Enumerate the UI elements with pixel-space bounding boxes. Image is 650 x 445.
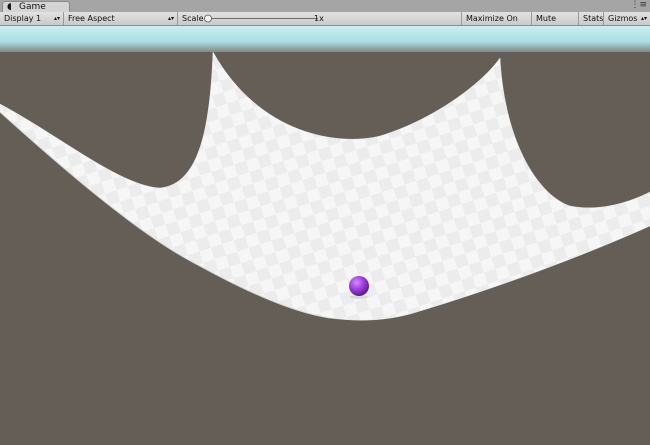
mute-audio-toggle[interactable]: Mute Audio [532, 12, 579, 36]
dropdown-arrow-icon: ▴▾ [167, 15, 174, 22]
scale-control: Scale 1x [178, 12, 462, 25]
display-dropdown-label: Display 1 [4, 14, 42, 23]
purple-ball [349, 276, 369, 296]
maximize-on-play-toggle[interactable]: Maximize On Play [462, 12, 532, 36]
dots-menu-icon[interactable]: ⋮≡ [630, 0, 647, 10]
gizmos-label: Gizmos [608, 14, 638, 23]
sky-horizon [0, 26, 650, 52]
scale-value: 1x [314, 14, 324, 23]
gizmos-dropdown[interactable]: Gizmos ▴▾ [604, 12, 650, 25]
aspect-dropdown[interactable]: Free Aspect ▴▾ [64, 12, 178, 25]
scale-label: Scale [182, 14, 204, 23]
stats-toggle[interactable]: Stats [579, 12, 604, 25]
aspect-dropdown-label: Free Aspect [68, 14, 115, 23]
dropdown-arrow-icon: ▴▾ [640, 15, 647, 22]
game-view-toolbar: Display 1 ▴▾ Free Aspect ▴▾ Scale 1x Max… [0, 12, 650, 36]
stats-label: Stats [583, 14, 604, 23]
display-dropdown[interactable]: Display 1 ▴▾ [0, 12, 64, 25]
window-tab-bar: ◖ Game ⋮≡ [0, 0, 650, 13]
game-viewport[interactable] [0, 26, 650, 445]
scale-slider-thumb [204, 14, 212, 23]
scene-render [0, 26, 650, 445]
dropdown-arrow-icon: ▴▾ [53, 15, 60, 22]
scale-slider[interactable] [204, 12, 322, 25]
